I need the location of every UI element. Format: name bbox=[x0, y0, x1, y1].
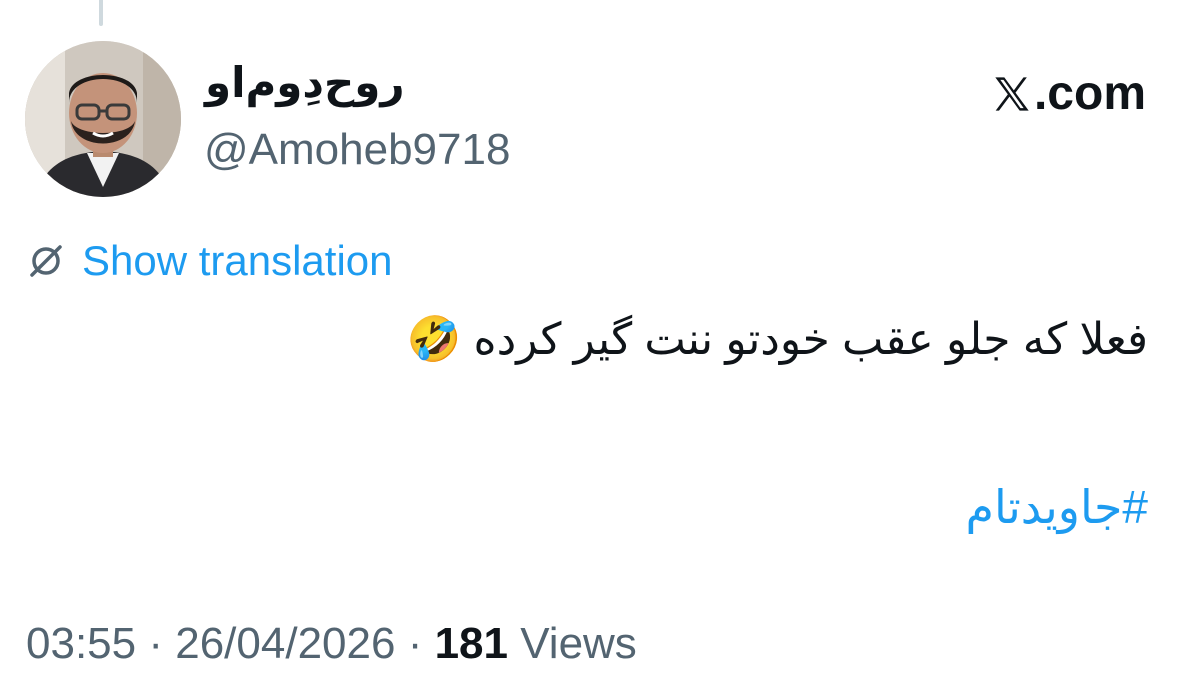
views-count[interactable]: 181 bbox=[435, 619, 508, 668]
hashtag-link[interactable]: #جاویدتام bbox=[966, 480, 1149, 535]
avatar[interactable] bbox=[25, 41, 181, 197]
show-translation-button[interactable]: Show translation bbox=[26, 240, 393, 282]
tweet-time[interactable]: 03:55 bbox=[26, 619, 136, 668]
profile-photo-icon bbox=[25, 41, 181, 197]
globe-slash-icon bbox=[30, 245, 62, 277]
tweet-text: فعلا که جلو عقب خودتو ننت گیر کرده 🤣 bbox=[406, 315, 1148, 364]
meta-separator: · bbox=[407, 619, 423, 668]
views-label[interactable]: Views bbox=[520, 619, 637, 668]
brand-domain-label: .com bbox=[1033, 67, 1146, 120]
meta-separator: · bbox=[148, 619, 163, 668]
thread-connector-line bbox=[99, 0, 103, 26]
x-brand: .com bbox=[992, 70, 1146, 118]
tweet-date[interactable]: 26/04/2026 bbox=[175, 619, 395, 668]
x-logo-icon bbox=[995, 77, 1029, 111]
show-translation-label: Show translation bbox=[82, 237, 393, 284]
author-display-name[interactable]: روح‌دِوم‌او bbox=[205, 62, 405, 104]
author-handle[interactable]: @Amoheb9718 bbox=[204, 128, 510, 172]
tweet-meta: 03:55 · 26/04/2026 · 181 Views bbox=[26, 622, 637, 666]
